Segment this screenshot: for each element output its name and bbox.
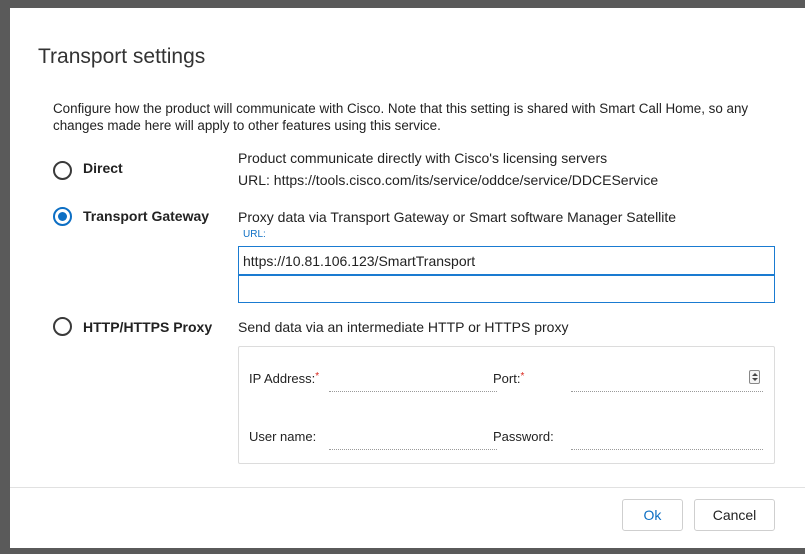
- dialog-title: Transport settings: [38, 45, 206, 68]
- cancel-button[interactable]: Cancel: [694, 499, 775, 531]
- user-name-underline: [329, 449, 497, 450]
- password-label: Password:: [493, 429, 554, 444]
- http-proxy-description: Send data via an intermediate HTTP or HT…: [238, 319, 569, 335]
- transport-gateway-label[interactable]: Transport Gateway: [83, 208, 209, 224]
- required-marker: *: [520, 371, 525, 382]
- port-input[interactable]: [571, 373, 749, 391]
- direct-url-text: URL: https://tools.cisco.com/its/service…: [238, 172, 659, 188]
- password-underline: [571, 449, 763, 450]
- direct-label[interactable]: Direct: [83, 160, 123, 176]
- transport-gateway-description: Proxy data via Transport Gateway or Smar…: [238, 209, 677, 225]
- gateway-url-input[interactable]: [239, 247, 774, 274]
- footer-divider: [10, 487, 805, 488]
- required-marker: *: [315, 371, 320, 382]
- port-underline: [571, 391, 763, 392]
- transport-gateway-radio[interactable]: [53, 207, 72, 226]
- http-proxy-radio[interactable]: [53, 317, 72, 336]
- direct-radio[interactable]: [53, 161, 72, 180]
- http-proxy-label[interactable]: HTTP/HTTPS Proxy: [83, 319, 212, 335]
- ip-address-input[interactable]: [329, 373, 497, 391]
- user-name-input[interactable]: [329, 431, 497, 449]
- spinner-up-icon[interactable]: [752, 373, 758, 376]
- transport-settings-dialog: Transport settings Configure how the pro…: [10, 8, 805, 548]
- proxy-settings-panel: IP Address:* Port:* User name: Password:: [238, 346, 775, 464]
- ip-address-underline: [329, 391, 497, 392]
- port-label: Port:*: [493, 371, 525, 386]
- spinner-down-icon[interactable]: [752, 378, 758, 381]
- ip-address-label: IP Address:*: [249, 371, 320, 386]
- direct-description: Product communicate directly with Cisco'…: [238, 150, 608, 166]
- port-spinner[interactable]: [749, 370, 760, 384]
- password-input[interactable]: [571, 431, 763, 449]
- gateway-url-field[interactable]: [238, 246, 775, 275]
- gateway-secondary-input[interactable]: [239, 276, 774, 302]
- gateway-secondary-field[interactable]: [238, 275, 775, 303]
- ok-button[interactable]: Ok: [622, 499, 683, 531]
- dialog-description: Configure how the product will communica…: [53, 101, 749, 133]
- user-name-label: User name:: [249, 429, 317, 444]
- url-field-label: URL:: [243, 229, 266, 240]
